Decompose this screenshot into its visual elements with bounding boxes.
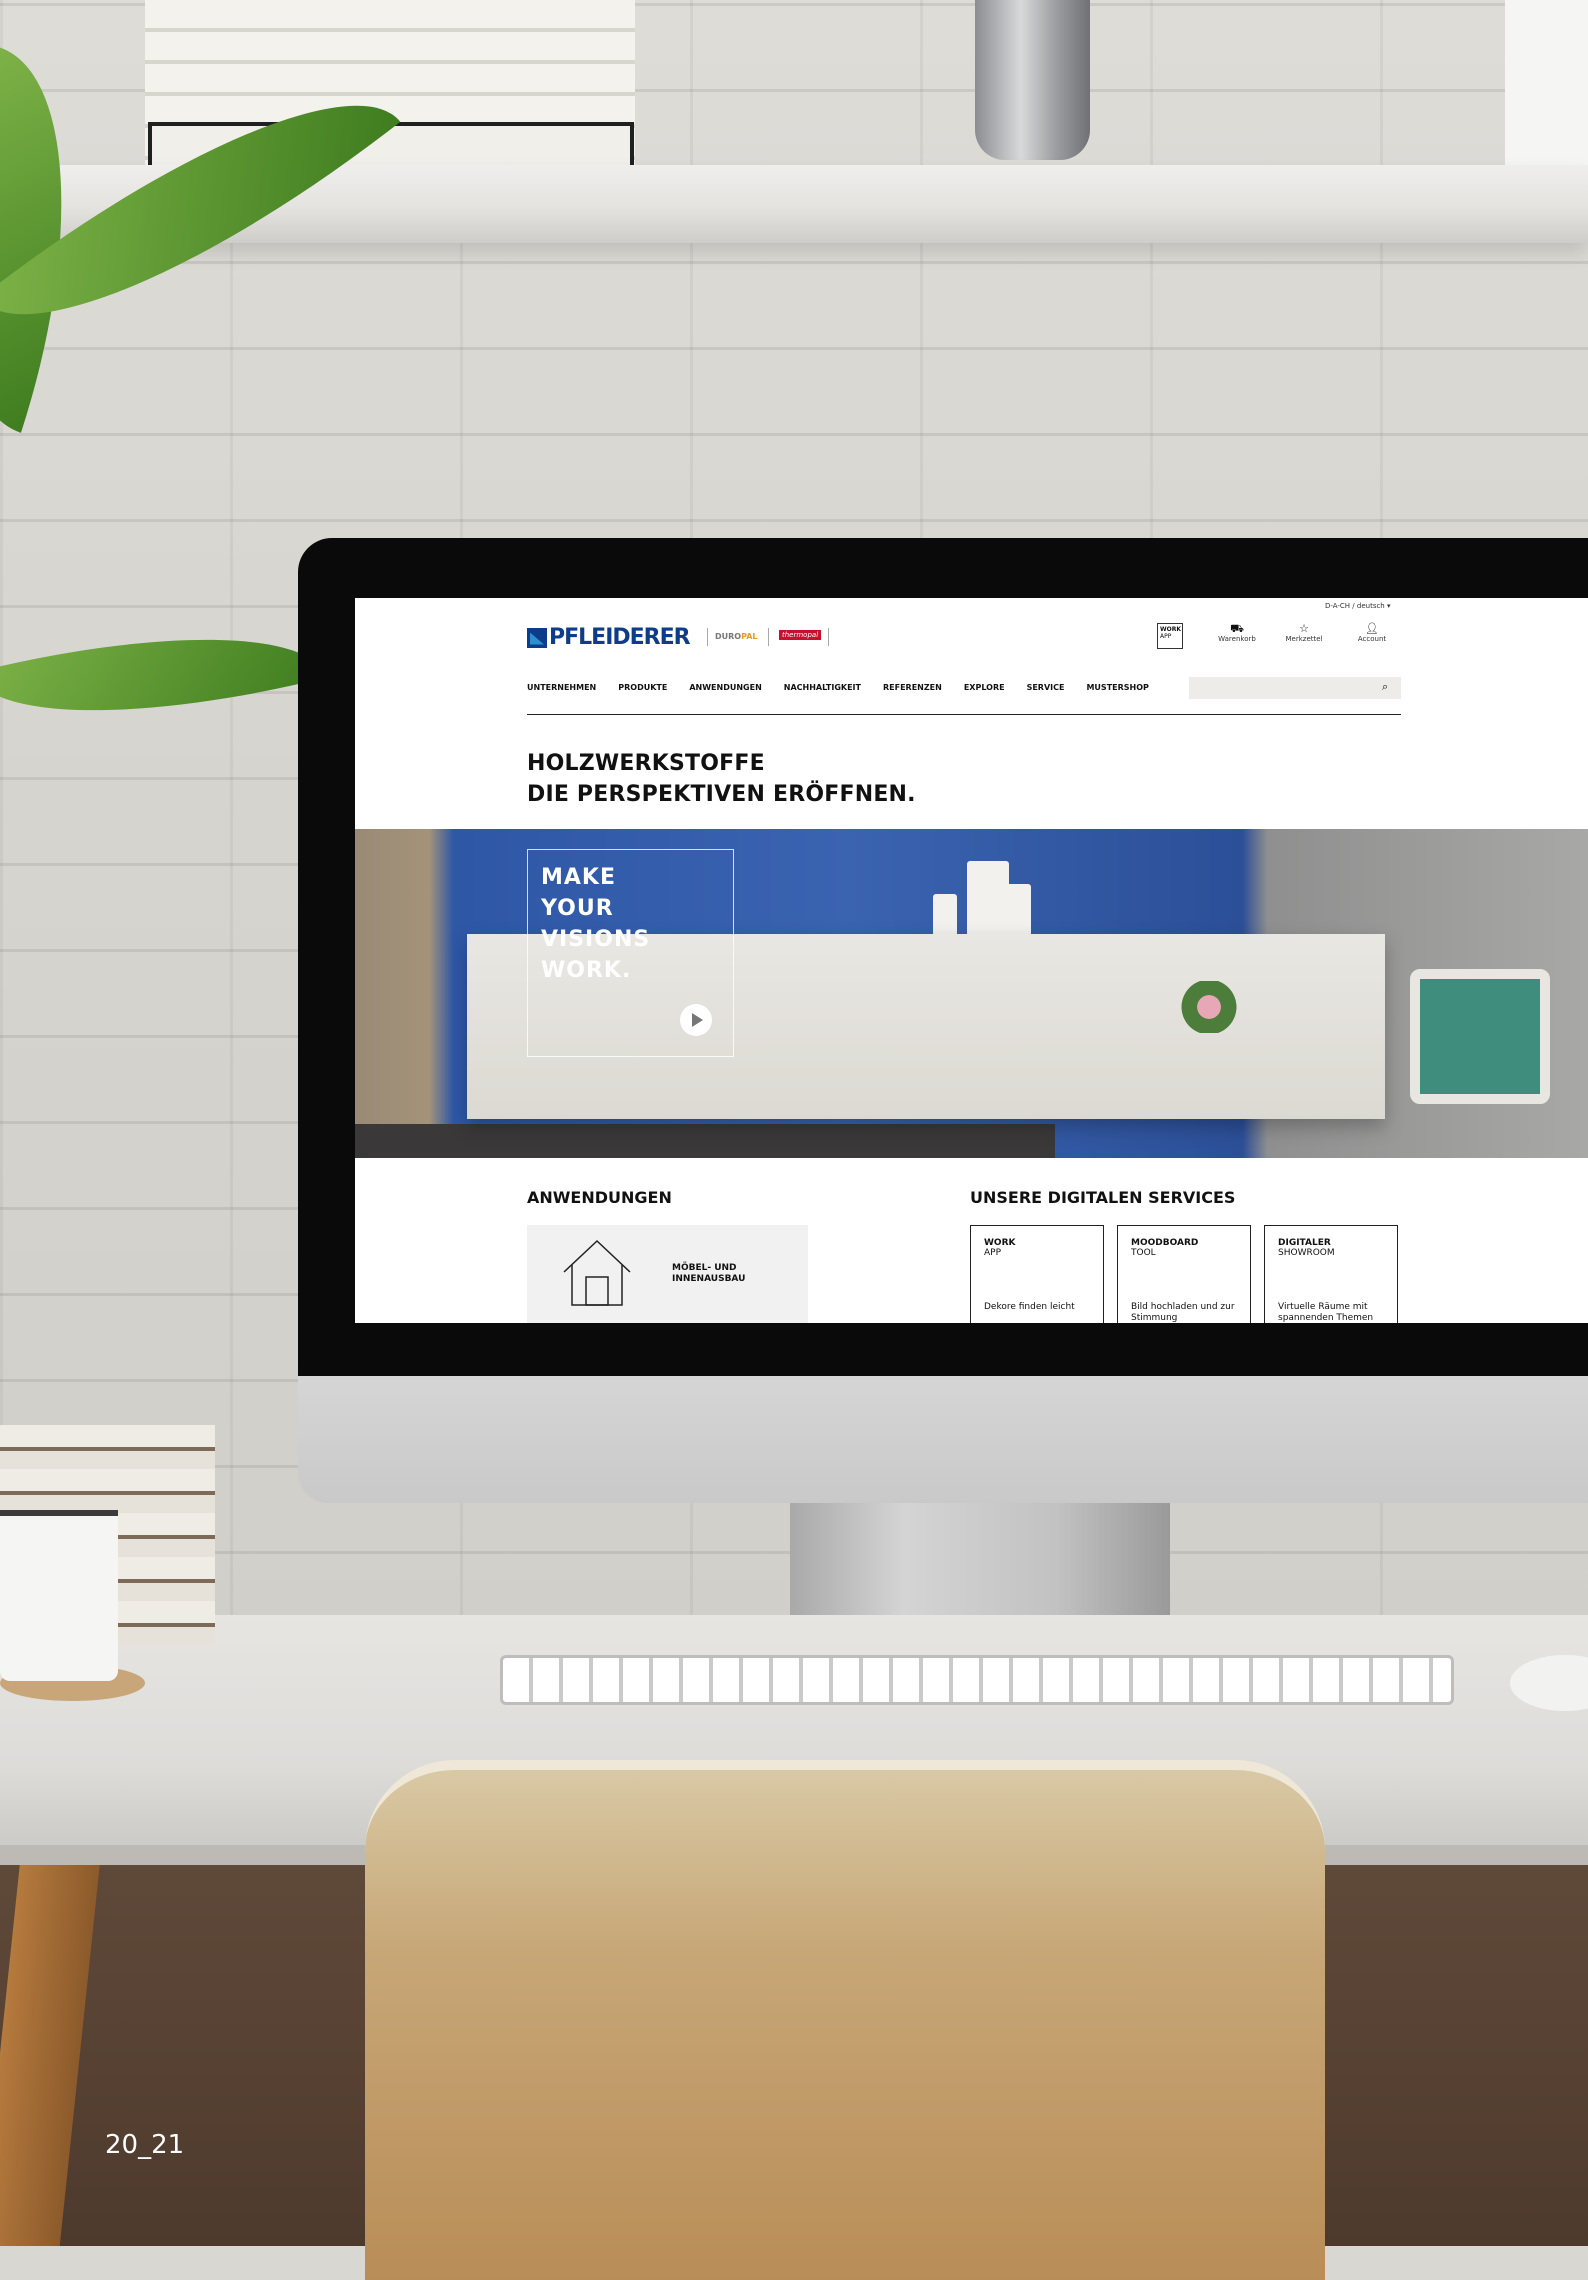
service-card-sub: TOOL — [1131, 1248, 1156, 1258]
work-app-button[interactable]: WORK APP — [1157, 623, 1183, 649]
star-icon: ☆ — [1299, 622, 1309, 635]
hero-bouquet — [1180, 981, 1238, 1033]
nav-item-explore[interactable]: EXPLORE — [964, 683, 1005, 692]
logo-text: PFLEIDERER — [549, 625, 691, 650]
imac-chin — [298, 1368, 1588, 1503]
hero-claim-box: MAKE YOUR VISIONS WORK. — [527, 849, 734, 1057]
divider — [828, 628, 829, 646]
chair — [365, 1760, 1325, 2280]
cart-icon: ⛟ — [1230, 622, 1244, 635]
account-label: Account — [1357, 635, 1387, 643]
keyboard — [500, 1655, 1454, 1705]
hero-floor — [355, 1124, 1055, 1158]
nav-divider — [527, 714, 1401, 715]
website-screen: D-A-CH / deutsch ▾ PFLEIDERER DUROPAL th… — [355, 598, 1588, 1323]
application-line1: MÖBEL- UND — [672, 1263, 737, 1273]
nav-item-service[interactable]: SERVICE — [1027, 683, 1065, 692]
main-navigation: UNTERNEHMEN PRODUKTE ANWENDUNGEN NACHHAL… — [527, 683, 1171, 692]
hero-vase — [933, 894, 957, 936]
duropal-part1: DURO — [715, 632, 742, 641]
service-card-sub: APP — [984, 1248, 1002, 1258]
white-box — [1505, 0, 1588, 175]
hero-line4: WORK. — [541, 958, 632, 983]
work-app-title: WORK — [1160, 626, 1181, 633]
locale-selector[interactable]: D-A-CH / deutsch ▾ — [1325, 602, 1391, 610]
play-icon[interactable] — [680, 1004, 712, 1036]
service-card-moodboard[interactable]: MOODBOARD TOOL Bild hochladen und zur St… — [1117, 1225, 1251, 1323]
hero-line3: VISIONS — [541, 927, 651, 952]
service-card-desc: Virtuelle Räume mit spannenden Themen — [1278, 1302, 1374, 1323]
wishlist-label: Merkzettel — [1285, 635, 1323, 643]
coffee-mug — [0, 1510, 118, 1681]
cart-label: Warenkorb — [1218, 635, 1256, 643]
search-icon[interactable]: ⌕ — [1382, 680, 1388, 694]
application-line2: INNENAUSBAU — [672, 1274, 746, 1284]
nav-item-produkte[interactable]: PRODUKTE — [618, 683, 667, 692]
hero-line1: MAKE — [541, 865, 616, 890]
nav-item-anwendungen[interactable]: ANWENDUNGEN — [689, 683, 761, 692]
nav-item-unternehmen[interactable]: UNTERNEHMEN — [527, 683, 596, 692]
service-card-desc: Bild hochladen und zur Stimmung — [1131, 1302, 1235, 1323]
user-icon: 👤︎ — [1365, 622, 1379, 635]
divider — [768, 628, 769, 646]
hero-banner: MAKE YOUR VISIONS WORK. — [355, 829, 1588, 1158]
metal-vase — [975, 0, 1090, 160]
duropal-part2: PAL — [741, 632, 758, 641]
logo-mark-icon — [527, 627, 547, 648]
nav-item-mustershop[interactable]: MUSTERSHOP — [1086, 683, 1148, 692]
nav-item-referenzen[interactable]: REFERENZEN — [883, 683, 942, 692]
search-input[interactable] — [1189, 677, 1401, 699]
headline-line2: DIE PERSPEKTIVEN ERÖFFNEN. — [527, 782, 916, 807]
hero-claim: MAKE YOUR VISIONS WORK. — [541, 862, 650, 986]
hero-vase — [1005, 884, 1031, 936]
wishlist-button[interactable]: ☆ Merkzettel — [1279, 622, 1329, 643]
page-number: 20_21 — [105, 2130, 185, 2160]
work-app-sub: APP — [1160, 633, 1172, 640]
applications-title: ANWENDUNGEN — [527, 1188, 672, 1207]
account-button[interactable]: 👤︎ Account — [1347, 622, 1397, 643]
headline-line1: HOLZWERKSTOFFE — [527, 751, 765, 776]
service-card-showroom[interactable]: DIGITALER SHOWROOM Virtuelle Räume mit s… — [1264, 1225, 1398, 1323]
chevron-down-icon: ▾ — [1386, 602, 1391, 610]
service-card-desc: Dekore finden leicht — [984, 1302, 1075, 1312]
locale-label: D-A-CH / deutsch — [1325, 602, 1385, 610]
cart-button[interactable]: ⛟ Warenkorb — [1212, 622, 1262, 643]
hero-cushion — [1410, 969, 1550, 1104]
divider — [707, 628, 708, 646]
hero-vase — [967, 861, 1009, 936]
service-card-title: DIGITALER — [1278, 1238, 1331, 1248]
pfleiderer-logo[interactable]: PFLEIDERER — [527, 625, 691, 650]
application-card[interactable]: MÖBEL- UND INNENAUSBAU — [527, 1225, 808, 1323]
service-card-title: WORK — [984, 1238, 1016, 1248]
duropal-logo[interactable]: DUROPAL — [715, 632, 758, 641]
nav-item-nachhaltigkeit[interactable]: NACHHALTIGKEIT — [784, 683, 861, 692]
service-card-work-app[interactable]: WORK APP Dekore finden leicht — [970, 1225, 1104, 1323]
application-card-label: MÖBEL- UND INNENAUSBAU — [672, 1263, 745, 1285]
service-card-sub: SHOWROOM — [1278, 1248, 1335, 1258]
service-card-title: MOODBOARD — [1131, 1238, 1199, 1248]
services-title: UNSERE DIGITALEN SERVICES — [970, 1188, 1236, 1207]
hero-line2: YOUR — [541, 896, 614, 921]
thermopal-logo[interactable]: thermopal — [779, 630, 822, 640]
page-headline: HOLZWERKSTOFFE DIE PERSPEKTIVEN ERÖFFNEN… — [527, 748, 916, 810]
house-icon — [563, 1239, 631, 1306]
